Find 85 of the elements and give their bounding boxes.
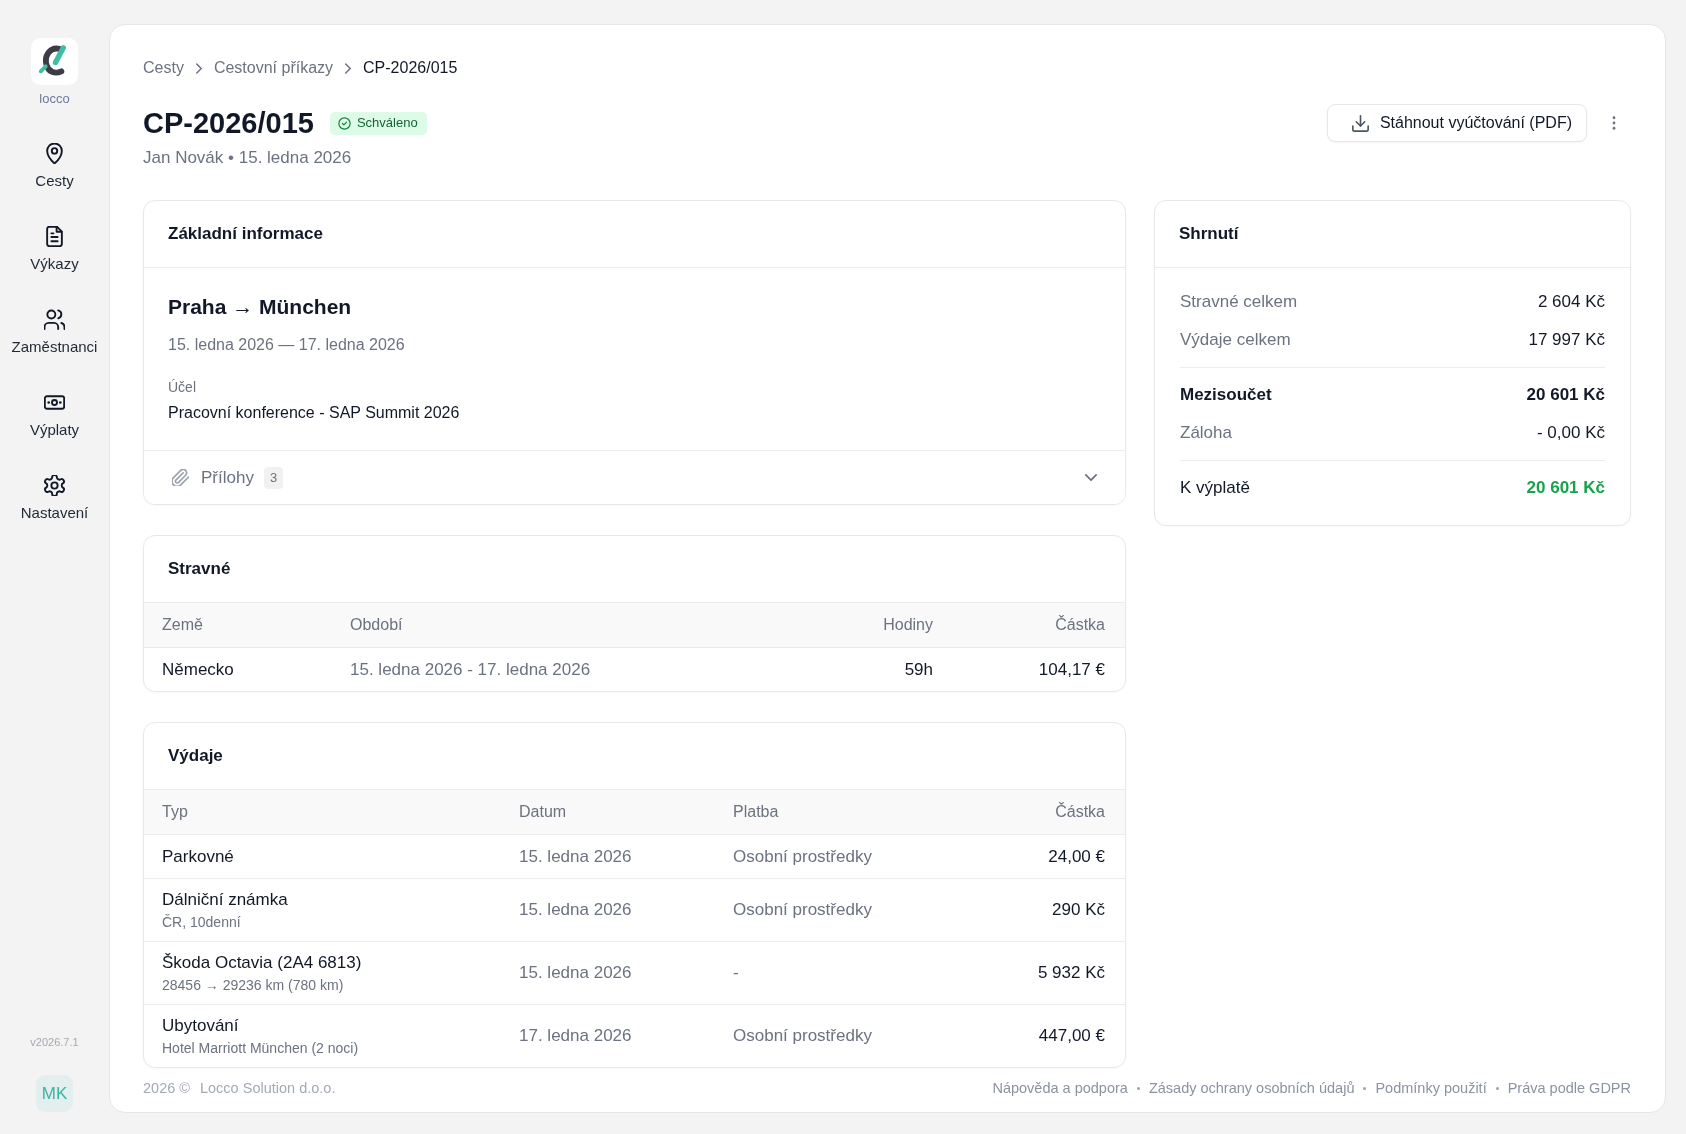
- table-cell-text: 17. ledna 2026: [518, 1025, 633, 1047]
- footer-link[interactable]: Nápověda a podpora: [992, 1078, 1128, 1098]
- column-header: Typ: [161, 802, 189, 822]
- check-circle-icon: [337, 116, 351, 130]
- logo-icon: [31, 38, 78, 85]
- chevron-right-icon: [195, 62, 202, 74]
- breadcrumb-link[interactable]: Cesty: [143, 58, 184, 78]
- expense-name: Ubytování: [162, 1015, 239, 1037]
- table-cell-text: Osobní prostředky: [732, 899, 873, 921]
- brand-name: locco: [39, 91, 70, 107]
- footer-link[interactable]: Práva podle GDPR: [1507, 1078, 1631, 1098]
- table-cell-text: 447,00 €: [1037, 1025, 1106, 1047]
- table-cell-text: Osobní prostředky: [732, 1025, 873, 1047]
- card-title: Výdaje: [168, 745, 223, 767]
- card-title: Shrnutí: [1179, 223, 1239, 245]
- version-label: v2026.7.1: [30, 1035, 79, 1049]
- table-cell-text: 15. ledna 2026: [518, 899, 633, 921]
- footer-link[interactable]: Zásady ochrany osobních údajů: [1148, 1078, 1355, 1098]
- summary-label: K výplatě: [1180, 477, 1250, 499]
- expense-name: Dálniční známka: [162, 889, 288, 911]
- breadcrumb-link[interactable]: Cestovní příkazy: [213, 58, 334, 78]
- company-name: Locco Solution d.o.o.: [200, 1079, 336, 1098]
- purpose-text: Pracovní konference - SAP Summit 2026: [168, 403, 461, 423]
- column-header: Částka: [1054, 802, 1106, 822]
- document-icon: [44, 226, 65, 247]
- trip-dates: 15. ledna 2026 — 17. ledna 2026: [168, 335, 406, 355]
- expense-name: Škoda Octavia (2A4 6813): [162, 952, 362, 974]
- page-title: CP-2026/015: [143, 106, 314, 141]
- copyright-text: 2026 ©: [143, 1079, 190, 1098]
- summary-label: Výdaje celkem: [1180, 329, 1291, 351]
- column-header: Částka: [1054, 615, 1106, 635]
- summary-label: Mezisoučet: [1180, 384, 1272, 406]
- table-cell-text: Německo: [161, 658, 235, 681]
- table-cell-text: -: [732, 962, 740, 984]
- expense-detail: ČR, 10denní: [162, 913, 241, 931]
- attachment-count: 3: [263, 466, 284, 489]
- dot-separator-icon: [1136, 1086, 1140, 1090]
- banknote-icon: [44, 392, 65, 413]
- table-cell-text: 104,17 €: [1037, 658, 1106, 681]
- route-title: Praha → München: [168, 294, 353, 320]
- table-cell-text: 15. ledna 2026 - 17. ledna 2026: [349, 658, 592, 681]
- order-meta: Jan Novák • 15. ledna 2026: [143, 147, 353, 169]
- table-cell-text: 5 932 Kč: [1036, 962, 1106, 984]
- map-pin-icon: [44, 143, 65, 164]
- table-cell-text: 24,00 €: [1047, 845, 1106, 868]
- expense-detail: Hotel Marriott München (2 noci): [162, 1039, 359, 1057]
- nav-item[interactable]: Výplaty: [27, 382, 82, 449]
- column-header: Období: [349, 615, 404, 635]
- expense-detail: 28456 → 29236 km (780 km): [162, 976, 344, 994]
- summary-value: 2 604 Kč: [1537, 291, 1605, 313]
- table-cell-text: 15. ledna 2026: [518, 962, 633, 984]
- breadcrumb-current: CP-2026/015: [363, 58, 458, 78]
- purpose-label: Účel: [168, 378, 197, 396]
- column-header: Země: [161, 615, 204, 635]
- paperclip-icon: [172, 469, 189, 486]
- nav-item[interactable]: Nastavení: [18, 465, 91, 532]
- settings-icon: [44, 475, 65, 496]
- download-button[interactable]: Stáhnout vyúčtování (PDF): [1326, 104, 1587, 142]
- dot-separator-icon: [1363, 1086, 1367, 1090]
- expense-name: Parkovné: [162, 845, 234, 868]
- download-icon: [1351, 114, 1369, 132]
- card-title: Stravné: [168, 558, 231, 580]
- status-label: Schváleno: [356, 115, 418, 131]
- summary-label: Stravné celkem: [1180, 291, 1298, 313]
- summary-value: 20 601 Kč: [1526, 477, 1605, 499]
- table-cell-text: 290 Kč: [1051, 899, 1106, 921]
- table-cell-text: Osobní prostředky: [732, 845, 873, 868]
- summary-value: 17 997 Kč: [1528, 329, 1605, 351]
- column-header: Hodiny: [882, 615, 934, 635]
- more-vertical-icon: [1612, 116, 1616, 130]
- table-cell-text: 59h: [903, 658, 934, 681]
- nav-item[interactable]: Cesty: [33, 133, 76, 200]
- footer-link[interactable]: Podmínky použití: [1375, 1078, 1487, 1098]
- table-cell-text: 15. ledna 2026: [518, 845, 633, 868]
- nav-item[interactable]: Zaměstnanci: [9, 299, 100, 366]
- card-title: Základní informace: [168, 223, 323, 245]
- people-icon: [44, 309, 65, 330]
- summary-value: 20 601 Kč: [1526, 384, 1605, 406]
- summary-label: Záloha: [1180, 422, 1232, 444]
- nav-item[interactable]: Výkazy: [28, 216, 81, 283]
- column-header: Platba: [732, 802, 780, 822]
- chevron-right-icon: [345, 62, 352, 74]
- column-header: Datum: [518, 802, 568, 822]
- dot-separator-icon: [1495, 1086, 1499, 1090]
- summary-value: - 0,00 Kč: [1536, 422, 1605, 444]
